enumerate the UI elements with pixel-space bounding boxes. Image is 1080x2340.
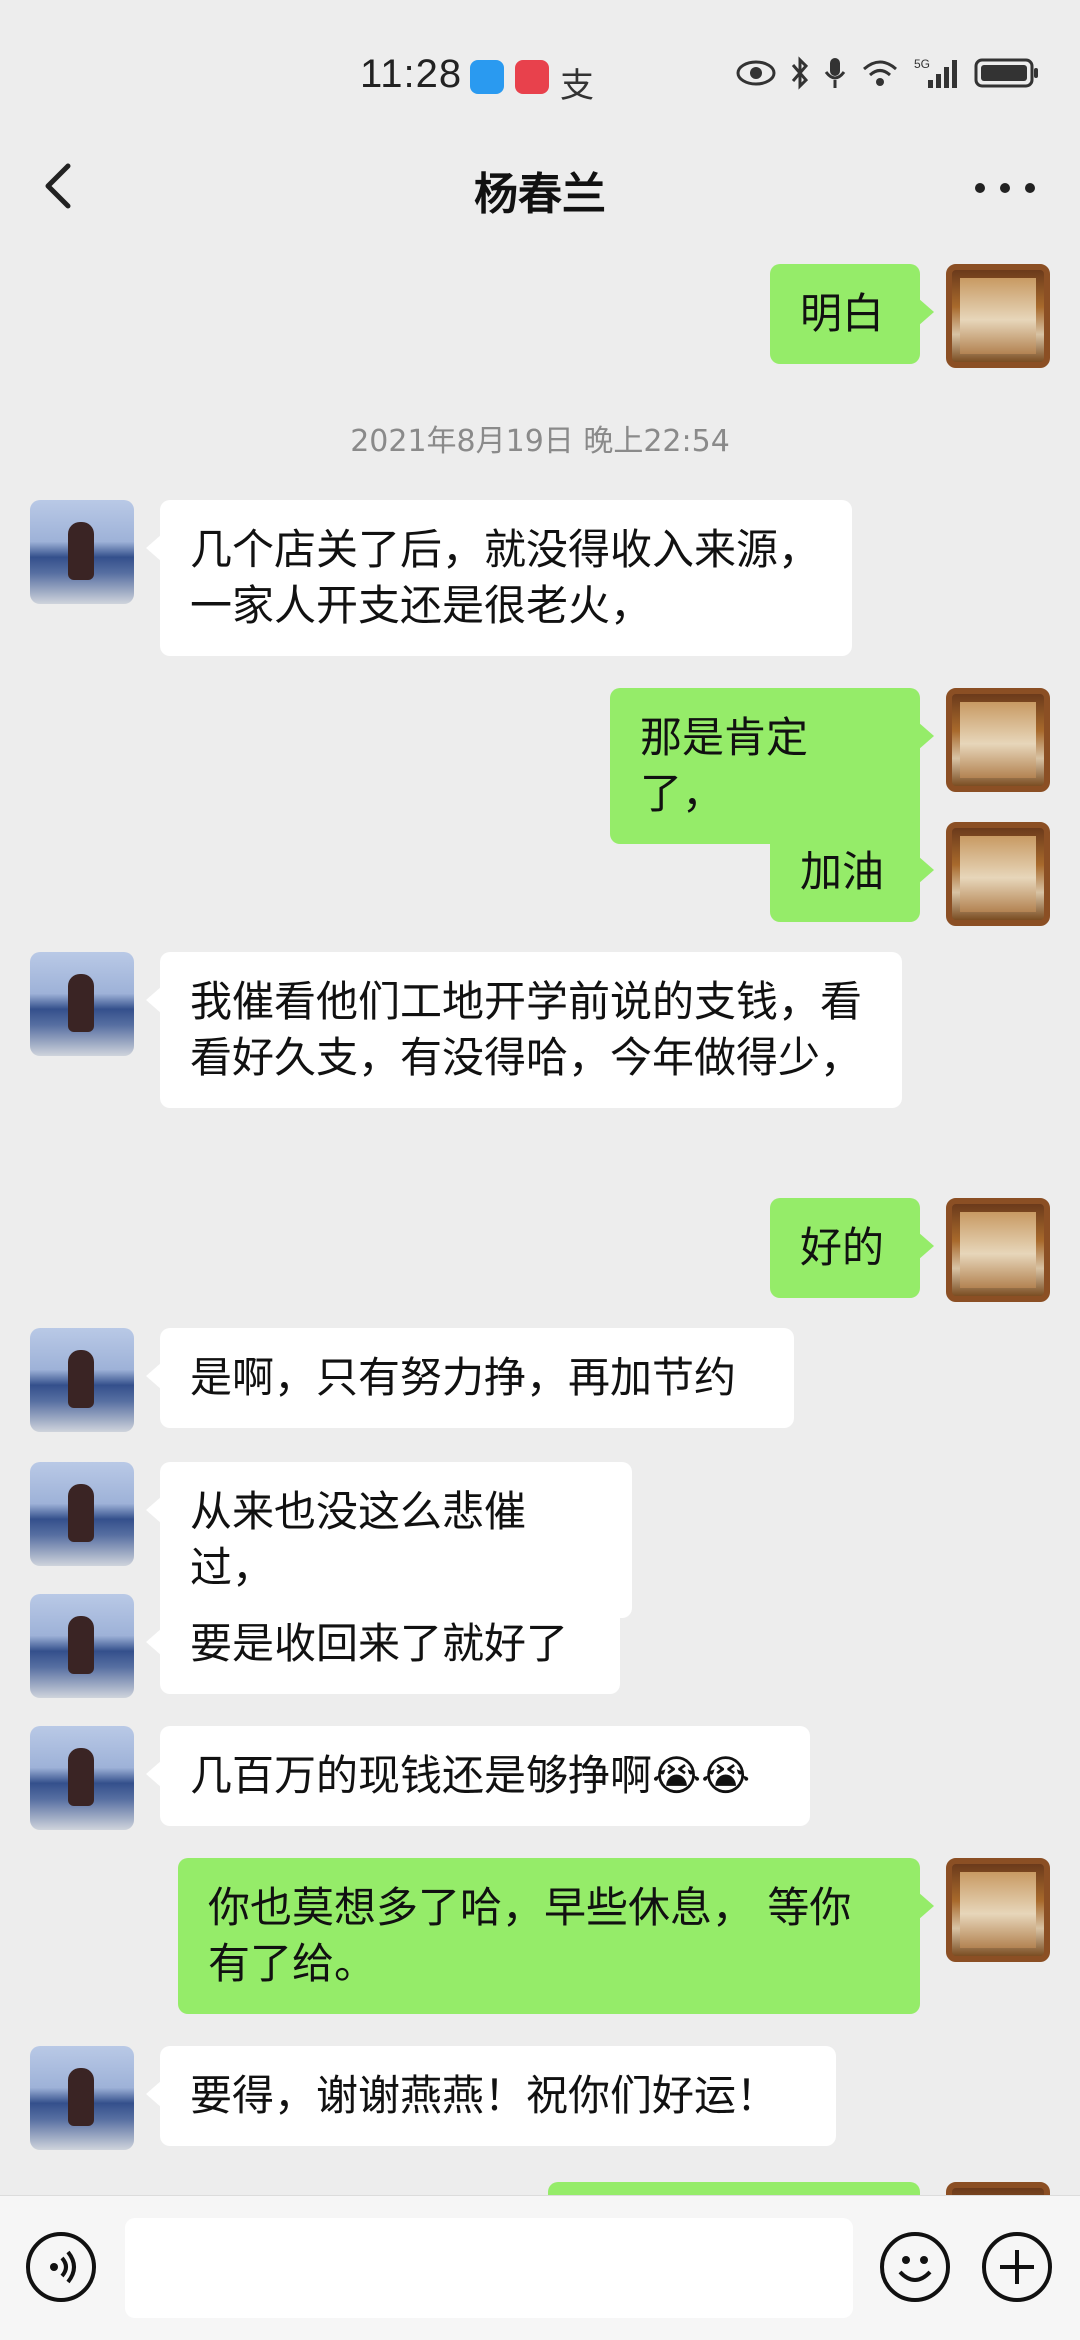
incoming-message[interactable]: 要得，谢谢燕燕！祝你们好运！ <box>146 2046 836 2146</box>
network-label: 5G <box>914 57 930 71</box>
outgoing-message[interactable]: 好的 <box>770 1198 934 1298</box>
alipay-app-icon: 支 <box>560 66 594 106</box>
contact-avatar[interactable] <box>30 1328 134 1432</box>
outgoing-message[interactable]: 明白 <box>770 264 934 364</box>
battery-icon <box>974 58 1038 88</box>
incoming-message[interactable]: 要是收回来了就好了 <box>146 1594 620 1694</box>
outgoing-message[interactable]: 那是肯定了， <box>610 688 934 844</box>
my-avatar[interactable] <box>946 2182 1050 2195</box>
chat-header: 杨春兰 <box>0 120 1080 250</box>
more-dots-icon[interactable] <box>970 176 1040 200</box>
incoming-message[interactable]: 几百万的现钱还是够挣啊😭😭 <box>146 1726 810 1826</box>
contact-avatar[interactable] <box>30 500 134 604</box>
contact-name: 杨春兰 <box>474 169 606 220</box>
voice-icon[interactable] <box>26 2232 96 2302</box>
eye-icon <box>736 60 776 86</box>
contact-avatar[interactable] <box>30 1594 134 1698</box>
message-list[interactable]: 明白 2021年8月19日 晚上22:54 几个店关了后，就没得收入来源，一家人… <box>0 250 1080 2195</box>
contact-avatar[interactable] <box>30 1462 134 1566</box>
my-avatar[interactable] <box>946 822 1050 926</box>
contact-avatar[interactable] <box>30 2046 134 2150</box>
outgoing-message[interactable]: 你也莫想多了哈，早些休息， 等你有了给。 <box>178 1858 934 2014</box>
my-avatar[interactable] <box>946 1198 1050 1302</box>
incoming-message[interactable]: 几个店关了后，就没得收入来源，一家人开支还是很老火， <box>146 500 852 656</box>
contact-avatar[interactable] <box>30 952 134 1056</box>
signal-5g-icon: 5G <box>914 57 957 88</box>
message-input[interactable] <box>125 2218 853 2318</box>
incoming-message[interactable]: 是啊，只有努力挣，再加节约 <box>146 1328 794 1428</box>
microphone-icon <box>824 58 846 88</box>
book-app-icon <box>515 60 549 94</box>
wifi-icon <box>863 60 897 86</box>
incoming-message[interactable]: 我催看他们工地开学前说的支钱，看看好久支，有没得哈，今年做得少， <box>146 952 902 1108</box>
search-app-icon <box>470 60 504 94</box>
bluetooth-icon <box>791 56 809 90</box>
message-timestamp: 2021年8月19日 晚上22:54 <box>350 424 730 459</box>
emoji-icon[interactable] <box>880 2232 950 2302</box>
input-bar <box>0 2195 1080 2340</box>
plus-icon[interactable] <box>982 2232 1052 2302</box>
my-avatar[interactable] <box>946 264 1050 368</box>
contact-avatar[interactable] <box>30 1726 134 1830</box>
outgoing-message[interactable]: 加油 <box>770 822 934 922</box>
status-time: 11:28 <box>360 52 463 96</box>
outgoing-message-partial[interactable] <box>548 2182 920 2195</box>
my-avatar[interactable] <box>946 1858 1050 1962</box>
my-avatar[interactable] <box>946 688 1050 792</box>
system-icons: 5G <box>736 56 1040 90</box>
